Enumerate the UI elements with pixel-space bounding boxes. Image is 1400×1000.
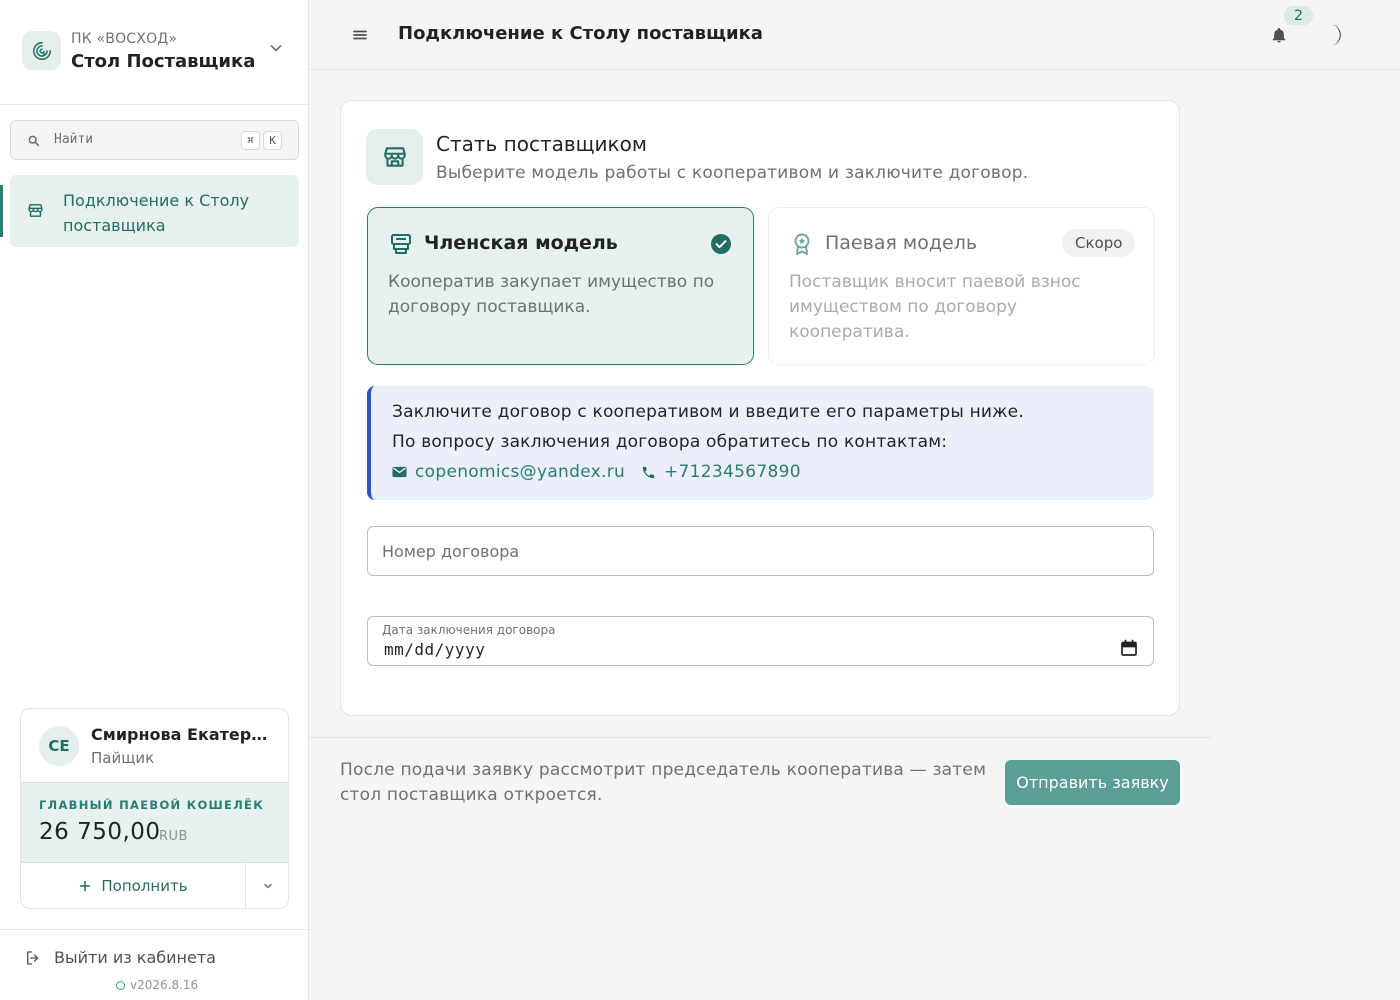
submit-application-button[interactable]: Отправить заявку xyxy=(1005,760,1180,805)
version-label: v2026.8.16 xyxy=(130,978,199,992)
phone-text: +71234567890 xyxy=(664,462,801,482)
award-icon xyxy=(794,233,810,255)
divider xyxy=(309,737,1211,738)
bell-icon[interactable] xyxy=(1270,26,1288,44)
check-circle-icon xyxy=(711,234,731,254)
contract-date-input[interactable]: Дата заключения договора mm/dd/yyyy xyxy=(367,616,1154,666)
org-name: Стол Поставщика xyxy=(71,51,256,72)
phone-icon xyxy=(642,466,655,478)
wallet-panel: ГЛАВНЫЙ ПАЕВОЙ КОШЕЛЁК 26 750,00 RUB xyxy=(21,782,288,863)
wallet-label: ГЛАВНЫЙ ПАЕВОЙ КОШЕЛЁК xyxy=(39,798,264,812)
chevron-down-icon xyxy=(264,883,272,889)
topup-button[interactable]: Пополнить xyxy=(21,863,246,908)
store-icon xyxy=(28,204,43,217)
sidebar-item-label: Подключение к Столу поставщика xyxy=(63,191,250,235)
contract-number-input[interactable] xyxy=(367,526,1154,576)
logout-icon[interactable] xyxy=(24,949,42,967)
cash-register-icon xyxy=(391,234,411,254)
wallet-amount: 26 750,00 xyxy=(39,819,161,845)
date-field-value[interactable]: mm/dd/yyyy xyxy=(384,640,485,659)
email-link[interactable]: copenomics@yandex.ru xyxy=(392,462,625,482)
search-input[interactable]: Найти ⌘ K xyxy=(10,120,299,160)
shortcut-key: K xyxy=(263,131,282,150)
notification-badge: 2 xyxy=(1284,6,1313,25)
wallet-currency: RUB xyxy=(159,829,188,844)
contract-info-callout: Заключите договор с кооперативом и введи… xyxy=(367,386,1154,500)
info-text: Заключите договор с кооперативом и введи… xyxy=(392,402,1024,422)
card-title: Стать поставщиком xyxy=(436,132,647,156)
member-model-option[interactable]: Членская модель Кооператив закупает имущ… xyxy=(367,207,754,365)
plus-icon xyxy=(80,880,91,892)
mail-icon xyxy=(392,466,407,478)
page-title: Подключение к Столу поставщика xyxy=(398,23,763,44)
topup-more-button[interactable] xyxy=(246,863,288,908)
user-card: СЕ Смирнова Екатерина Пайщик ГЛАВНЫЙ ПАЕ… xyxy=(20,708,289,909)
model-title: Членская модель xyxy=(424,232,618,254)
info-text: По вопросу заключения договора обратитес… xyxy=(392,432,948,452)
active-indicator xyxy=(0,185,3,237)
calendar-icon[interactable] xyxy=(1120,639,1138,657)
top-bar: Подключение к Столу поставщика 2 xyxy=(309,0,1400,70)
model-title: Паевая модель xyxy=(825,232,978,254)
status-badge: Скоро xyxy=(1062,229,1136,257)
model-description: Поставщик вносит паевой взнос имуществом… xyxy=(789,272,1081,342)
user-role: Пайщик xyxy=(91,749,155,767)
shortcut-mod-key: ⌘ xyxy=(241,131,260,150)
become-supplier-card: Стать поставщиком Выберите модель работы… xyxy=(340,100,1180,716)
org-logo-icon xyxy=(22,31,61,70)
search-placeholder: Найти xyxy=(54,132,94,147)
store-icon xyxy=(366,129,423,185)
version-info: v2026.8.16 xyxy=(116,978,198,992)
menu-icon[interactable] xyxy=(351,27,369,43)
topup-label: Пополнить xyxy=(101,877,188,895)
moon-icon[interactable] xyxy=(1327,22,1351,48)
date-field-label: Дата заключения договора xyxy=(382,623,556,637)
org-switcher[interactable]: ПК «ВОСХОД» Стол Поставщика xyxy=(0,0,308,105)
logout-button[interactable]: Выйти из кабинета xyxy=(54,948,216,967)
card-subtitle: Выберите модель работы с кооперативом и … xyxy=(436,163,1029,183)
sidebar-item-supplier-connect[interactable]: Подключение к Столу поставщика xyxy=(0,175,299,247)
avatar[interactable]: СЕ xyxy=(39,726,79,766)
sidebar: ПК «ВОСХОД» Стол Поставщика Найти ⌘ K По… xyxy=(0,0,309,1000)
submit-note: После подачи заявку рассмотрит председат… xyxy=(340,760,987,805)
status-dot-icon xyxy=(116,980,125,990)
share-model-option: Паевая модель Скоро Поставщик вносит пае… xyxy=(768,207,1155,365)
email-text: copenomics@yandex.ru xyxy=(415,462,626,482)
model-description: Кооператив закупает имущество по договор… xyxy=(388,272,715,317)
phone-link[interactable]: +71234567890 xyxy=(641,462,801,482)
org-subtitle: ПК «ВОСХОД» xyxy=(71,31,178,47)
chevron-down-icon[interactable] xyxy=(268,40,284,56)
logout-section: Выйти из кабинета v2026.8.16 xyxy=(0,929,308,1000)
search-icon xyxy=(28,135,40,147)
user-name: Смирнова Екатерина xyxy=(91,725,276,744)
